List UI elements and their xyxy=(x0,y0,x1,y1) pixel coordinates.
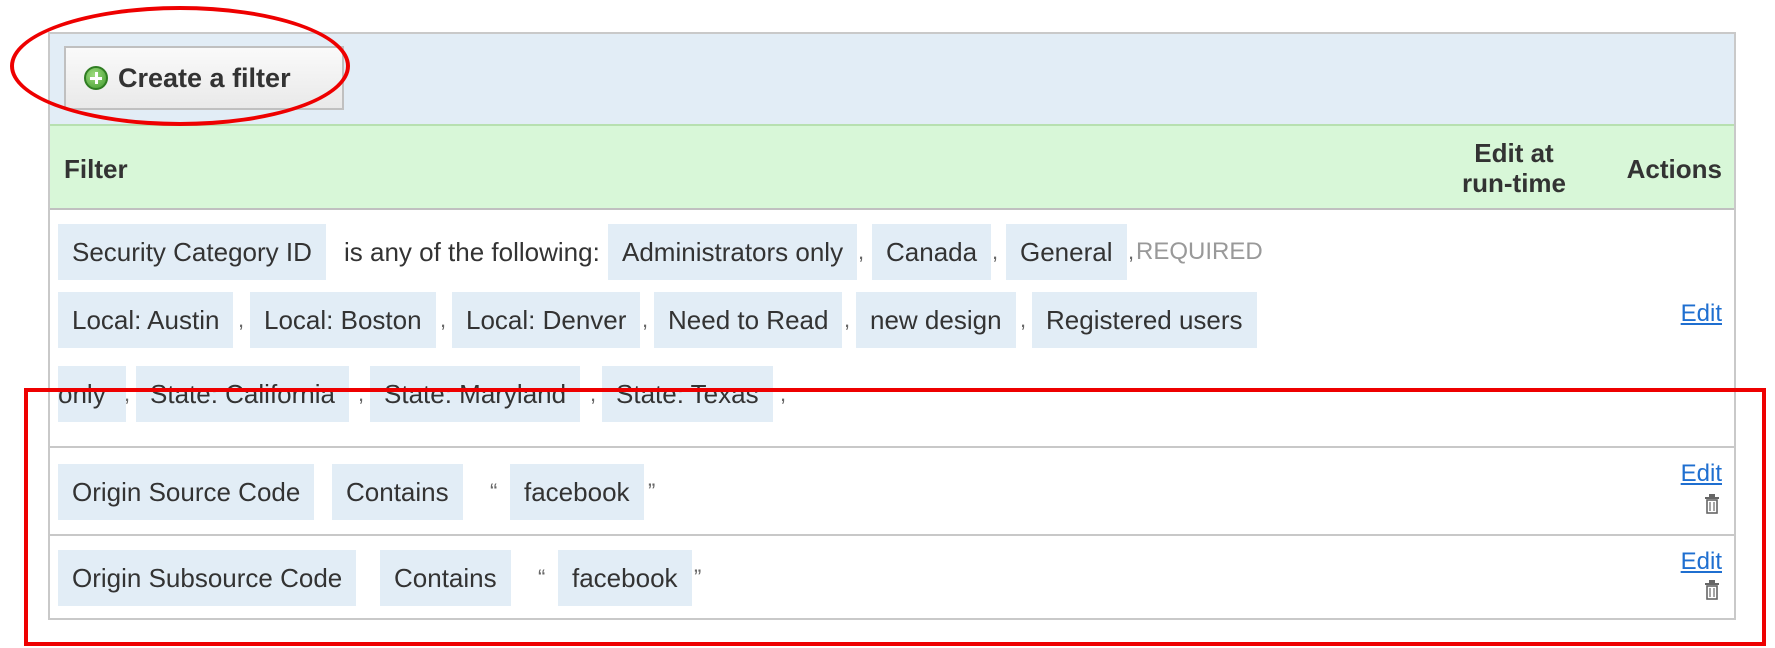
comma-separator: , xyxy=(358,381,365,406)
comma-separator: , xyxy=(780,381,787,406)
filter-value-chip: facebook xyxy=(558,550,692,606)
comma-separator: , xyxy=(844,307,851,332)
header-filter: Filter xyxy=(64,154,128,184)
close-quote: ” xyxy=(648,479,656,504)
comma-separator: , xyxy=(858,239,865,264)
trash-icon[interactable] xyxy=(1704,580,1720,600)
create-filter-button[interactable]: Create a filter xyxy=(64,46,344,110)
comma-separator: , xyxy=(642,307,649,332)
filter-operator: is any of the following: xyxy=(344,237,600,267)
filter-field-chip: Security Category ID xyxy=(58,224,326,280)
open-quote: “ xyxy=(490,479,498,504)
header-edit-at-runtime-line1: Edit at xyxy=(1474,138,1554,168)
value-chip: State: Texas xyxy=(602,366,773,422)
value-chip: Canada xyxy=(872,224,992,280)
value-chip: Local: Austin xyxy=(58,292,234,348)
table-header: Filter Edit at run-time Actions xyxy=(50,126,1734,210)
value-chip: State: California xyxy=(136,366,349,422)
filter-row-origin-source: Origin Source Code Contains “ facebook ”… xyxy=(50,450,1734,536)
filter-toolbar: Create a filter xyxy=(50,34,1734,126)
value-chip: Local: Boston xyxy=(250,292,436,348)
edit-link[interactable]: Edit xyxy=(1681,548,1722,576)
filter-field-chip: Origin Source Code xyxy=(58,464,315,520)
value-chip: State: Maryland xyxy=(370,366,581,422)
value-chip: Administrators only xyxy=(608,224,858,280)
filter-field-chip: Origin Subsource Code xyxy=(58,550,357,606)
required-label: REQUIRED xyxy=(1136,238,1263,265)
comma-separator: , xyxy=(440,307,447,332)
filter-value-chip: facebook xyxy=(510,464,644,520)
value-chip: Registered users xyxy=(1032,292,1257,348)
header-edit-at-runtime-line2: run-time xyxy=(1462,168,1566,198)
value-chip: Need to Read xyxy=(654,292,843,348)
plus-circle-icon xyxy=(84,66,108,90)
comma-separator: , xyxy=(992,239,999,264)
comma-separator: , xyxy=(1020,307,1027,332)
close-quote: ” xyxy=(694,565,702,590)
trash-icon[interactable] xyxy=(1704,494,1720,514)
filter-operator-chip: Contains xyxy=(380,550,511,606)
open-quote: “ xyxy=(538,565,546,590)
value-chip-continued: only xyxy=(58,366,126,422)
edit-link[interactable]: Edit xyxy=(1681,300,1722,328)
value-chip: General xyxy=(1006,224,1127,280)
value-chip: Local: Denver xyxy=(452,292,641,348)
comma-separator: , xyxy=(590,381,597,406)
comma-separator: , xyxy=(1128,239,1135,264)
header-edit-at-runtime: Edit at run-time xyxy=(1462,138,1566,198)
comma-separator: , xyxy=(124,381,131,406)
filter-row-security-category: Security Category ID is any of the follo… xyxy=(50,210,1734,448)
filter-row-origin-subsource: Origin Subsource Code Contains “ faceboo… xyxy=(50,538,1734,622)
edit-link[interactable]: Edit xyxy=(1681,460,1722,488)
value-chip: new design xyxy=(856,292,1016,348)
comma-separator: , xyxy=(238,307,245,332)
header-actions: Actions xyxy=(1626,154,1722,184)
create-filter-label: Create a filter xyxy=(118,62,291,93)
filter-panel: Create a filter Filter Edit at run-time … xyxy=(48,32,1736,620)
filter-operator-chip: Contains xyxy=(332,464,463,520)
